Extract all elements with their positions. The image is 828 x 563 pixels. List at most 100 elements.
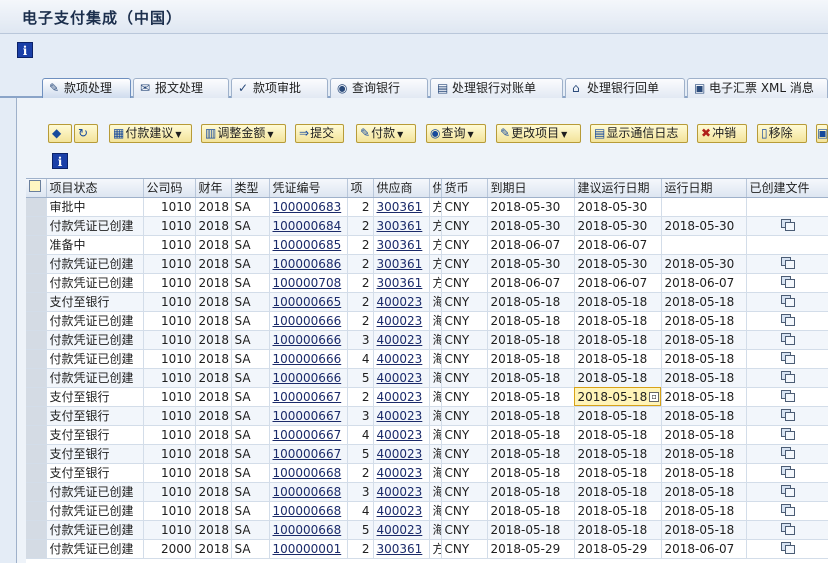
table-row[interactable]: 支付至银行10102018SA1000006674400023海CNY2018-… xyxy=(26,425,828,445)
cell-vendor[interactable]: 400023 xyxy=(373,501,430,521)
cell-file-created[interactable] xyxy=(746,216,828,236)
file-copy-icon[interactable] xyxy=(780,332,795,345)
cell-doc-number[interactable]: 100000666 xyxy=(269,330,348,350)
row-selector[interactable] xyxy=(26,311,47,331)
pay-button[interactable]: ✎付款 ▼ xyxy=(356,124,416,143)
tab-bank-statement[interactable]: ▤ 处理银行对账单 xyxy=(430,78,563,98)
table-row[interactable]: 支付至银行10102018SA1000006652400023海CNY2018-… xyxy=(26,292,828,312)
cell-vendor[interactable]: 300361 xyxy=(373,216,430,236)
row-selector[interactable] xyxy=(26,292,47,312)
file-copy-icon[interactable] xyxy=(780,503,795,516)
cell-file-created[interactable] xyxy=(746,406,828,426)
cell-doc-number[interactable]: 100000665 xyxy=(269,292,348,312)
col-currency[interactable]: 货币 xyxy=(441,179,488,198)
cell-doc-number[interactable]: 100000708 xyxy=(269,273,348,293)
cell-vendor[interactable]: 400023 xyxy=(373,463,430,483)
more-toolbar-button[interactable]: ▣ xyxy=(816,124,828,143)
col-status[interactable]: 项目状态 xyxy=(46,179,144,198)
cell-doc-number[interactable]: 100000666 xyxy=(269,311,348,331)
row-selector[interactable] xyxy=(26,330,47,350)
cell-vendor[interactable]: 300361 xyxy=(373,235,430,255)
file-copy-icon[interactable] xyxy=(780,351,795,364)
reverse-button[interactable]: ✖冲销 xyxy=(697,124,747,143)
pay-proposal-button[interactable]: ▦付款建议 ▼ xyxy=(109,124,192,143)
row-selector[interactable] xyxy=(26,539,47,559)
cell-file-created[interactable] xyxy=(746,501,828,521)
query-button[interactable]: ◉查询 ▼ xyxy=(426,124,486,143)
col-company[interactable]: 公司码 xyxy=(143,179,196,198)
col-year[interactable]: 财年 xyxy=(195,179,232,198)
cell-file-created[interactable] xyxy=(746,349,828,369)
col-item[interactable]: 项 xyxy=(347,179,374,198)
table-row[interactable]: 付款凭证已创建10102018SA1000006683400023海CNY201… xyxy=(26,482,828,502)
row-selector[interactable] xyxy=(26,235,47,255)
row-selector[interactable] xyxy=(26,349,47,369)
refresh-button[interactable]: ↻ xyxy=(74,124,98,143)
cell-file-created[interactable] xyxy=(746,387,828,407)
row-selector[interactable] xyxy=(26,482,47,502)
cell-file-created[interactable] xyxy=(746,520,828,540)
cell-vendor[interactable]: 400023 xyxy=(373,349,430,369)
table-row[interactable]: 付款凭证已创建10102018SA1000006862300361方CNY201… xyxy=(26,254,828,274)
file-copy-icon[interactable] xyxy=(780,465,795,478)
cell-doc-number[interactable]: 100000667 xyxy=(269,387,348,407)
cell-vendor[interactable]: 300361 xyxy=(373,273,430,293)
cell-vendor[interactable]: 400023 xyxy=(373,311,430,331)
cell-vendor[interactable]: 400023 xyxy=(373,520,430,540)
row-selector[interactable] xyxy=(26,425,47,445)
file-copy-icon[interactable] xyxy=(780,541,795,554)
file-copy-icon[interactable] xyxy=(780,427,795,440)
file-copy-icon[interactable] xyxy=(780,294,795,307)
file-copy-icon[interactable] xyxy=(780,484,795,497)
table-row[interactable]: 付款凭证已创建20002018SA1000000012300361方CNY201… xyxy=(26,539,828,559)
cell-vendor[interactable]: 400023 xyxy=(373,330,430,350)
cell-doc-number[interactable]: 100000686 xyxy=(269,254,348,274)
cell-file-created[interactable] xyxy=(746,368,828,388)
cell-vendor[interactable]: 300361 xyxy=(373,539,430,559)
table-row[interactable]: 审批中10102018SA1000006832300361方CNY2018-05… xyxy=(26,197,828,217)
file-copy-icon[interactable] xyxy=(780,275,795,288)
cell-doc-number[interactable]: 100000001 xyxy=(269,539,348,559)
table-row[interactable]: 付款凭证已创建10102018SA1000006663400023海CNY201… xyxy=(26,330,828,350)
col-doc-number[interactable]: 凭证编号 xyxy=(269,179,348,198)
change-item-button[interactable]: ✎更改项目 ▼ xyxy=(496,124,581,143)
cell-file-created[interactable] xyxy=(746,444,828,464)
submit-button[interactable]: ⇒提交 xyxy=(295,124,344,143)
col-due-date[interactable]: 到期日 xyxy=(487,179,575,198)
cell-vendor[interactable]: 300361 xyxy=(373,254,430,274)
info-icon[interactable]: i xyxy=(17,42,33,58)
cell-doc-number[interactable]: 100000668 xyxy=(269,501,348,521)
cell-doc-number[interactable]: 100000684 xyxy=(269,216,348,236)
cell-vendor[interactable]: 400023 xyxy=(373,368,430,388)
cell-file-created[interactable] xyxy=(746,482,828,502)
file-copy-icon[interactable] xyxy=(780,408,795,421)
file-copy-icon[interactable] xyxy=(780,446,795,459)
row-selector[interactable] xyxy=(26,444,47,464)
select-all-cell[interactable] xyxy=(26,179,47,198)
adjust-amount-button[interactable]: ▥调整金额 ▼ xyxy=(201,124,286,143)
tab-message-processing[interactable]: ✉ 报文处理 xyxy=(133,78,229,98)
table-row[interactable]: 准备中10102018SA1000006852300361方CNY2018-06… xyxy=(26,235,828,255)
cell-vendor[interactable]: 400023 xyxy=(373,482,430,502)
value-help-icon[interactable]: ▫ xyxy=(649,392,660,402)
cell-file-created[interactable] xyxy=(746,539,828,559)
cell-doc-number[interactable]: 100000667 xyxy=(269,406,348,426)
cell-proposed-run-date[interactable]: 2018-05-18 ▫ xyxy=(574,387,662,407)
file-copy-icon[interactable] xyxy=(780,522,795,535)
file-copy-icon[interactable] xyxy=(780,218,795,231)
table-row[interactable]: 付款凭证已创建10102018SA1000007082300361方CNY201… xyxy=(26,273,828,293)
cell-doc-number[interactable]: 100000668 xyxy=(269,482,348,502)
row-selector[interactable] xyxy=(26,406,47,426)
cell-vendor[interactable]: 400023 xyxy=(373,406,430,426)
col-file-created[interactable]: 已创建文件 xyxy=(746,179,828,198)
table-row[interactable]: 支付至银行10102018SA1000006682400023海CNY2018-… xyxy=(26,463,828,483)
row-selector[interactable] xyxy=(26,216,47,236)
tab-ebill-xml[interactable]: ▣ 电子汇票 XML 消息 xyxy=(687,78,828,98)
cell-file-created[interactable] xyxy=(746,292,828,312)
row-selector[interactable] xyxy=(26,520,47,540)
col-run-date[interactable]: 运行日期 xyxy=(661,179,747,198)
cell-vendor[interactable]: 400023 xyxy=(373,387,430,407)
file-copy-icon[interactable] xyxy=(780,256,795,269)
table-row[interactable]: 付款凭证已创建10102018SA1000006842300361方CNY201… xyxy=(26,216,828,236)
cell-doc-number[interactable]: 100000667 xyxy=(269,444,348,464)
